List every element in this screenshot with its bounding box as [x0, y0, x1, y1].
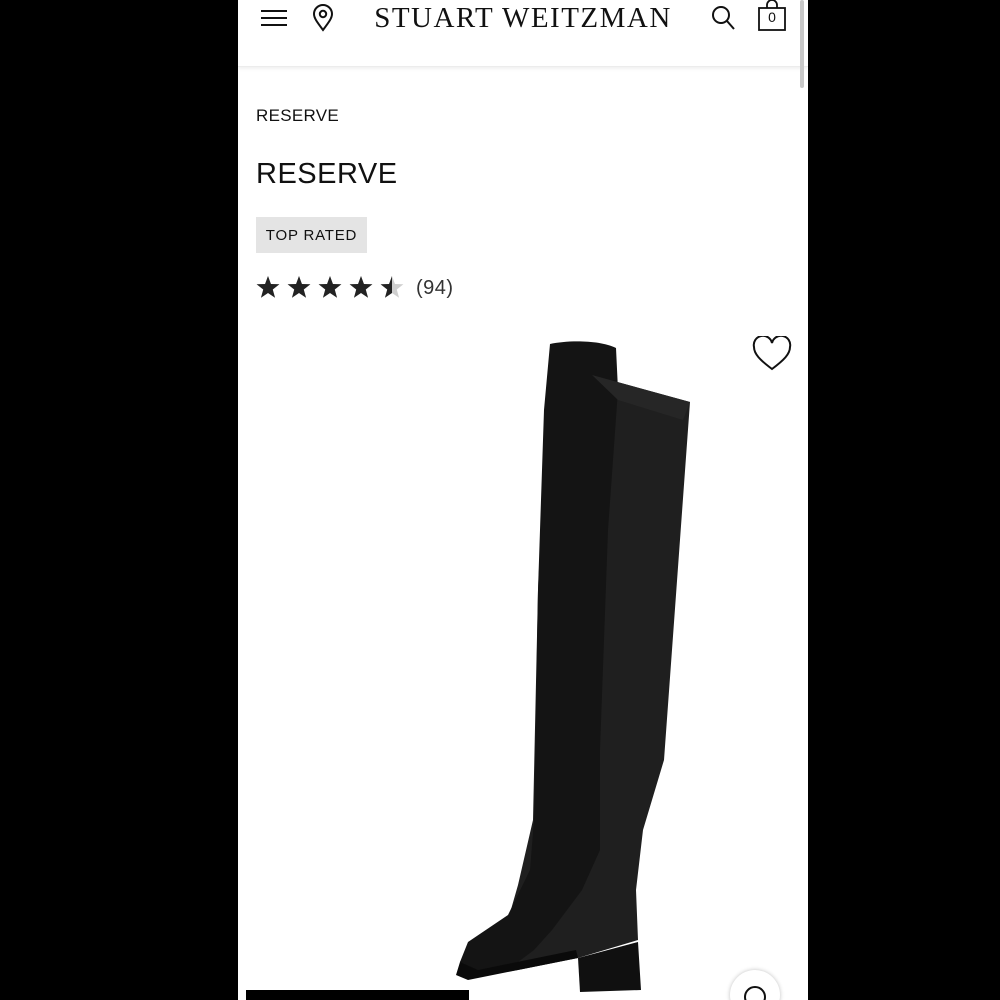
menu-icon[interactable] — [260, 6, 288, 30]
review-count[interactable]: (94) — [416, 275, 454, 301]
scrollbar[interactable] — [800, 0, 804, 88]
star-icon — [380, 276, 404, 298]
star-icon — [349, 276, 373, 298]
star-icon — [318, 276, 342, 298]
search-icon[interactable] — [710, 4, 736, 32]
rating-stars — [256, 276, 404, 298]
heart-icon[interactable] — [752, 336, 792, 372]
breadcrumb[interactable]: RESERVE — [256, 106, 339, 126]
location-pin-icon[interactable] — [312, 4, 334, 32]
zoom-icon — [744, 986, 766, 1000]
shopping-bag-button[interactable]: 0 — [757, 0, 787, 32]
product-page: STUART WEITZMAN 0 RESERVE RESERVE TOP RA… — [238, 0, 808, 1000]
top-rated-badge: TOP RATED — [256, 217, 367, 253]
bag-count: 0 — [768, 9, 776, 25]
site-header: STUART WEITZMAN 0 — [238, 0, 808, 67]
product-title: RESERVE — [256, 158, 398, 190]
star-icon — [256, 276, 280, 298]
product-image[interactable] — [338, 330, 718, 1000]
star-icon — [287, 276, 311, 298]
zoom-button[interactable] — [730, 970, 780, 1000]
bottom-bar — [246, 990, 469, 1000]
brand-logo[interactable]: STUART WEITZMAN — [368, 2, 678, 34]
